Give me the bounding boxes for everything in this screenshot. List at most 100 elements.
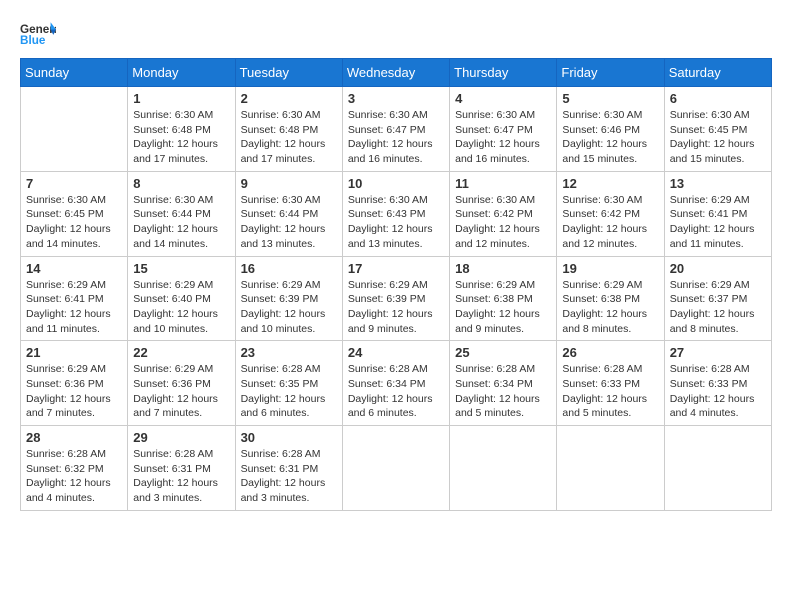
day-info: Sunrise: 6:30 AMSunset: 6:47 PMDaylight:… [455,108,551,167]
day-number: 3 [348,91,444,106]
logo-icon: General Blue [20,20,56,48]
calendar-cell [342,426,449,511]
day-number: 24 [348,345,444,360]
week-row-5: 28Sunrise: 6:28 AMSunset: 6:32 PMDayligh… [21,426,772,511]
day-number: 20 [670,261,766,276]
day-info: Sunrise: 6:30 AMSunset: 6:47 PMDaylight:… [348,108,444,167]
day-info: Sunrise: 6:28 AMSunset: 6:34 PMDaylight:… [455,362,551,421]
day-info: Sunrise: 6:29 AMSunset: 6:36 PMDaylight:… [26,362,122,421]
day-number: 13 [670,176,766,191]
day-info: Sunrise: 6:29 AMSunset: 6:41 PMDaylight:… [670,193,766,252]
calendar-cell: 26 Sunrise: 6:28 AMSunset: 6:33 PMDayligh… [557,341,664,426]
calendar-cell: 19 Sunrise: 6:29 AMSunset: 6:38 PMDayligh… [557,256,664,341]
calendar-cell: 29Sunrise: 6:28 AMSunset: 6:31 PMDayligh… [128,426,235,511]
calendar-cell: 20Sunrise: 6:29 AMSunset: 6:37 PMDayligh… [664,256,771,341]
day-number: 25 [455,345,551,360]
calendar-cell: 30 Sunrise: 6:28 AMSunset: 6:31 PMDayligh… [235,426,342,511]
day-info: Sunrise: 6:29 AMSunset: 6:38 PMDaylight:… [562,278,658,337]
day-number: 28 [26,430,122,445]
day-number: 22 [133,345,229,360]
calendar-cell: 25 Sunrise: 6:28 AMSunset: 6:34 PMDayligh… [450,341,557,426]
calendar-cell: 16 Sunrise: 6:29 AMSunset: 6:39 PMDayligh… [235,256,342,341]
day-number: 30 [241,430,337,445]
calendar-cell: 3 Sunrise: 6:30 AMSunset: 6:47 PMDaylight… [342,87,449,172]
calendar-cell: 6Sunrise: 6:30 AMSunset: 6:45 PMDaylight… [664,87,771,172]
day-info: Sunrise: 6:28 AMSunset: 6:34 PMDaylight:… [348,362,444,421]
calendar-cell [664,426,771,511]
calendar-table: SundayMondayTuesdayWednesdayThursdayFrid… [20,58,772,511]
calendar-cell: 14 Sunrise: 6:29 AMSunset: 6:41 PMDayligh… [21,256,128,341]
weekday-monday: Monday [128,59,235,87]
day-number: 4 [455,91,551,106]
weekday-header-row: SundayMondayTuesdayWednesdayThursdayFrid… [21,59,772,87]
day-info: Sunrise: 6:29 AMSunset: 6:36 PMDaylight:… [133,362,229,421]
day-info: Sunrise: 6:30 AMSunset: 6:43 PMDaylight:… [348,193,444,252]
day-number: 21 [26,345,122,360]
week-row-3: 14 Sunrise: 6:29 AMSunset: 6:41 PMDayligh… [21,256,772,341]
day-number: 5 [562,91,658,106]
day-number: 17 [348,261,444,276]
calendar-cell: 7 Sunrise: 6:30 AMSunset: 6:45 PMDaylight… [21,171,128,256]
day-number: 19 [562,261,658,276]
day-number: 1 [133,91,229,106]
weekday-friday: Friday [557,59,664,87]
day-number: 16 [241,261,337,276]
day-info: Sunrise: 6:30 AMSunset: 6:44 PMDaylight:… [241,193,337,252]
weekday-thursday: Thursday [450,59,557,87]
day-number: 10 [348,176,444,191]
calendar-cell: 21 Sunrise: 6:29 AMSunset: 6:36 PMDayligh… [21,341,128,426]
logo: General Blue [20,20,56,48]
day-info: Sunrise: 6:29 AMSunset: 6:40 PMDaylight:… [133,278,229,337]
day-info: Sunrise: 6:30 AMSunset: 6:48 PMDaylight:… [133,108,229,167]
day-info: Sunrise: 6:30 AMSunset: 6:46 PMDaylight:… [562,108,658,167]
day-number: 11 [455,176,551,191]
calendar-cell: 12Sunrise: 6:30 AMSunset: 6:42 PMDayligh… [557,171,664,256]
day-number: 6 [670,91,766,106]
weekday-tuesday: Tuesday [235,59,342,87]
weekday-saturday: Saturday [664,59,771,87]
calendar-cell: 22 Sunrise: 6:29 AMSunset: 6:36 PMDayligh… [128,341,235,426]
calendar-cell: 1 Sunrise: 6:30 AMSunset: 6:48 PMDaylight… [128,87,235,172]
day-info: Sunrise: 6:30 AMSunset: 6:48 PMDaylight:… [241,108,337,167]
week-row-4: 21 Sunrise: 6:29 AMSunset: 6:36 PMDayligh… [21,341,772,426]
day-number: 23 [241,345,337,360]
day-number: 14 [26,261,122,276]
calendar-cell: 5 Sunrise: 6:30 AMSunset: 6:46 PMDaylight… [557,87,664,172]
calendar-cell: 28Sunrise: 6:28 AMSunset: 6:32 PMDayligh… [21,426,128,511]
day-info: Sunrise: 6:29 AMSunset: 6:41 PMDaylight:… [26,278,122,337]
day-info: Sunrise: 6:28 AMSunset: 6:31 PMDaylight:… [241,447,337,506]
calendar-cell: 13 Sunrise: 6:29 AMSunset: 6:41 PMDayligh… [664,171,771,256]
header: General Blue [20,20,772,48]
day-info: Sunrise: 6:28 AMSunset: 6:35 PMDaylight:… [241,362,337,421]
day-info: Sunrise: 6:30 AMSunset: 6:42 PMDaylight:… [455,193,551,252]
calendar-cell: 17 Sunrise: 6:29 AMSunset: 6:39 PMDayligh… [342,256,449,341]
week-row-2: 7 Sunrise: 6:30 AMSunset: 6:45 PMDaylight… [21,171,772,256]
day-info: Sunrise: 6:28 AMSunset: 6:33 PMDaylight:… [670,362,766,421]
calendar-cell [450,426,557,511]
weekday-wednesday: Wednesday [342,59,449,87]
calendar-cell: 11 Sunrise: 6:30 AMSunset: 6:42 PMDayligh… [450,171,557,256]
weekday-sunday: Sunday [21,59,128,87]
day-number: 7 [26,176,122,191]
day-info: Sunrise: 6:30 AMSunset: 6:45 PMDaylight:… [26,193,122,252]
day-info: Sunrise: 6:29 AMSunset: 6:39 PMDaylight:… [241,278,337,337]
week-row-1: 1 Sunrise: 6:30 AMSunset: 6:48 PMDaylight… [21,87,772,172]
calendar-cell: 4 Sunrise: 6:30 AMSunset: 6:47 PMDaylight… [450,87,557,172]
calendar-cell: 18Sunrise: 6:29 AMSunset: 6:38 PMDayligh… [450,256,557,341]
svg-text:Blue: Blue [20,34,46,47]
calendar-cell: 24 Sunrise: 6:28 AMSunset: 6:34 PMDayligh… [342,341,449,426]
calendar-cell: 8Sunrise: 6:30 AMSunset: 6:44 PMDaylight… [128,171,235,256]
calendar-cell: 23 Sunrise: 6:28 AMSunset: 6:35 PMDayligh… [235,341,342,426]
calendar-cell [557,426,664,511]
calendar-cell: 10 Sunrise: 6:30 AMSunset: 6:43 PMDayligh… [342,171,449,256]
calendar-cell: 27 Sunrise: 6:28 AMSunset: 6:33 PMDayligh… [664,341,771,426]
day-info: Sunrise: 6:28 AMSunset: 6:33 PMDaylight:… [562,362,658,421]
day-info: Sunrise: 6:30 AMSunset: 6:42 PMDaylight:… [562,193,658,252]
day-info: Sunrise: 6:29 AMSunset: 6:38 PMDaylight:… [455,278,551,337]
day-info: Sunrise: 6:30 AMSunset: 6:44 PMDaylight:… [133,193,229,252]
day-info: Sunrise: 6:28 AMSunset: 6:31 PMDaylight:… [133,447,229,506]
day-number: 27 [670,345,766,360]
day-number: 26 [562,345,658,360]
day-info: Sunrise: 6:29 AMSunset: 6:39 PMDaylight:… [348,278,444,337]
calendar-cell: 15Sunrise: 6:29 AMSunset: 6:40 PMDayligh… [128,256,235,341]
